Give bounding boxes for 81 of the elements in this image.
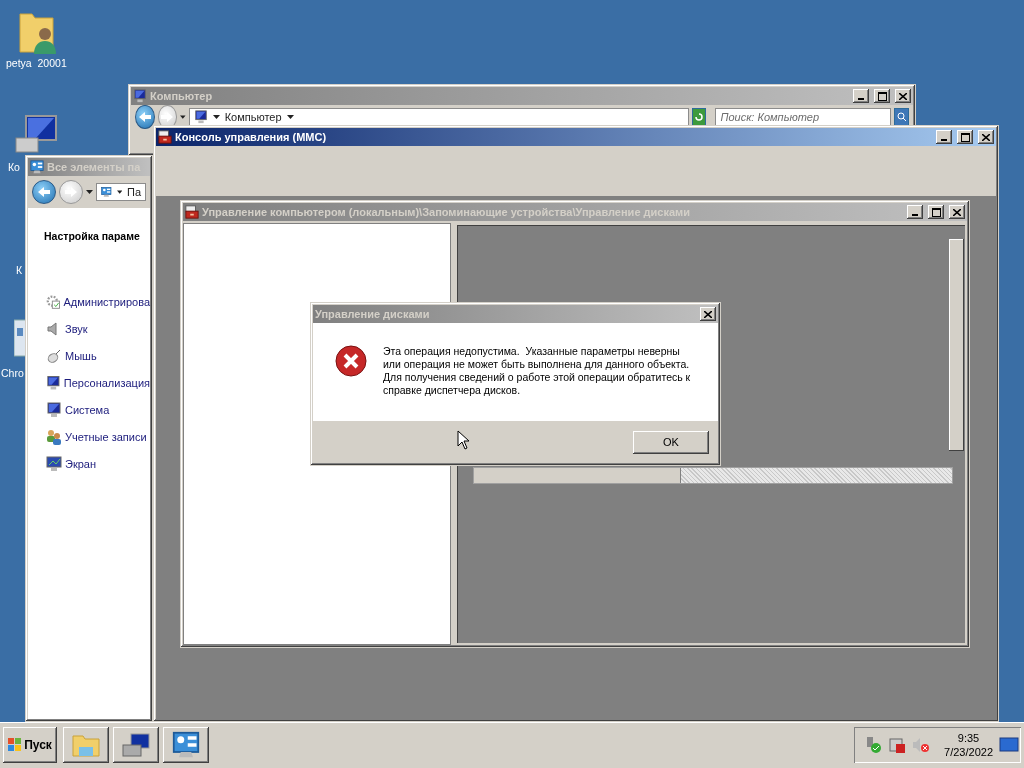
refresh-icon — [694, 112, 705, 122]
error-message: Эта операция недопустима. Указанные параметры неверны или операция не может быть выполнена для данного объекта. Для получения сведений о работе этой операции обратитесь к справке диспетчера дисков. — [383, 345, 692, 398]
desktop-icon-label[interactable]: К — [16, 264, 23, 276]
close-icon — [704, 310, 712, 318]
desktop-icon-label[interactable]: Ко — [8, 161, 20, 173]
maximize-icon — [931, 207, 941, 217]
ok-button[interactable]: OK — [633, 430, 709, 454]
computer-icon — [121, 732, 151, 758]
close-button[interactable] — [949, 205, 965, 219]
clock-time[interactable]: 9:35 — [957, 731, 980, 745]
maximize-icon — [877, 91, 887, 101]
close-button[interactable] — [700, 307, 716, 321]
toolbox-icon — [158, 130, 172, 144]
close-button[interactable] — [895, 89, 911, 103]
folder-icon — [71, 732, 101, 758]
window-title: Управление дисками — [315, 308, 431, 320]
search-field[interactable]: Поиск: Компьютер — [715, 108, 892, 126]
back-arrow-icon — [137, 111, 152, 123]
caret-icon — [116, 189, 122, 195]
minimize-button[interactable] — [936, 130, 952, 144]
caret-icon — [286, 114, 294, 120]
control-panel-link[interactable]: Администрирова — [63, 296, 150, 308]
section-heading: Настройка параме — [44, 230, 141, 242]
forward-arrow-icon — [64, 186, 78, 198]
mmc-taskbar-button[interactable] — [113, 727, 159, 763]
scrollbar[interactable] — [949, 239, 964, 451]
control-panel-icon — [101, 185, 112, 199]
control-panel-link[interactable]: Мышь — [65, 350, 97, 362]
toolbox-icon — [185, 205, 199, 219]
computer-icon — [193, 110, 208, 124]
back-arrow-icon — [37, 186, 51, 198]
monitor-icon — [46, 456, 62, 472]
app-icon — [14, 318, 26, 358]
minimize-button[interactable] — [907, 205, 923, 219]
maximize-button[interactable] — [928, 205, 944, 219]
computer-icon — [46, 402, 62, 418]
users-icon — [46, 429, 62, 445]
control-panel-link[interactable]: Система — [65, 404, 110, 416]
minimize-button[interactable] — [853, 89, 869, 103]
maximize-button[interactable] — [874, 89, 890, 103]
explorer-taskbar-button[interactable] — [63, 727, 109, 763]
history-caret-icon — [86, 189, 93, 195]
control-panel-icon — [172, 731, 200, 759]
control-panel-link[interactable]: Экран — [65, 458, 97, 470]
caret-icon — [212, 114, 220, 120]
maximize-button[interactable] — [957, 130, 973, 144]
search-button[interactable] — [894, 108, 909, 126]
computer-icon — [133, 89, 147, 103]
window-title: Компьютер — [150, 90, 214, 102]
window-title: Консоль управления (MMC) — [175, 131, 328, 143]
network-error-icon[interactable] — [888, 736, 907, 754]
desktop-icon-label[interactable]: petya 20001 — [6, 57, 67, 69]
speaker-muted-icon[interactable] — [912, 736, 931, 754]
close-button[interactable] — [978, 130, 994, 144]
gear-icon — [46, 294, 61, 310]
control-panel-link[interactable]: Звук — [65, 323, 88, 335]
control-panel-link[interactable]: Персонализация — [63, 377, 150, 389]
windows-logo — [8, 738, 23, 752]
close-icon — [953, 208, 961, 216]
control-panel-link[interactable]: Учетные записи — [65, 431, 147, 443]
error-icon — [335, 345, 367, 377]
cursor-icon — [457, 430, 469, 450]
back-button[interactable] — [135, 105, 155, 129]
desktop-icon-label[interactable]: Chro — [1, 367, 24, 379]
mouse-icon — [46, 348, 62, 364]
clock-date[interactable]: 7/23/2022 — [944, 745, 993, 759]
monitor-icon — [46, 375, 61, 391]
forward-arrow-icon — [160, 111, 175, 123]
back-button[interactable] — [32, 180, 56, 204]
address-field[interactable]: Па — [96, 183, 146, 201]
control-panel-taskbar-button[interactable] — [163, 727, 209, 763]
close-icon — [982, 133, 990, 141]
history-caret-icon — [180, 114, 186, 120]
close-icon — [899, 92, 907, 100]
show-desktop-icon[interactable] — [999, 737, 1019, 753]
control-panel-icon — [30, 160, 44, 174]
address-field[interactable]: Компьютер — [188, 108, 689, 126]
maximize-icon — [960, 132, 970, 142]
start-button[interactable]: Пуск — [3, 727, 57, 763]
search-icon — [896, 112, 907, 122]
refresh-button[interactable] — [691, 108, 707, 126]
